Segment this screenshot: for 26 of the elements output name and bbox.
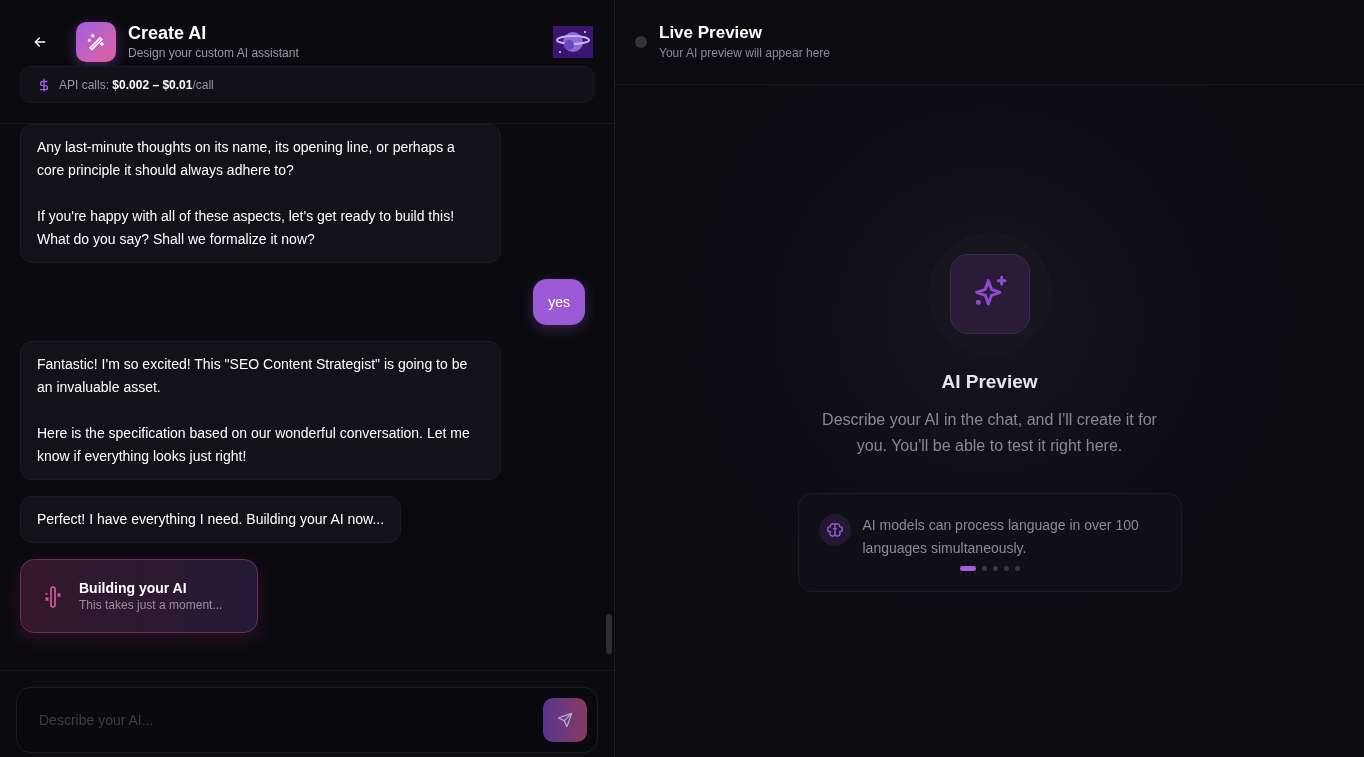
message-text: Perfect! I have everything I need. Building your AI now...: [37, 510, 385, 529]
preview-subtitle: Your AI preview will appear here: [659, 45, 830, 62]
message-text: If you're happy with all of these aspects, let's get ready to build this! What do you say? Shall we formalize it now?: [37, 207, 456, 249]
dollar-icon: [37, 77, 51, 92]
scrollbar-thumb: [606, 614, 612, 654]
magic-wand-icon: [86, 32, 106, 52]
page-title: Create AI: [128, 22, 208, 44]
message-text: Here is the specification based on our wonderful conversation. Let me know if everything looks just right!: [37, 424, 471, 466]
message-text: Any last-minute thoughts on its name, its opening line, or perhaps a core principle it should always adhere to?: [37, 138, 456, 180]
page-subtitle: Design your custom AI assistant: [128, 45, 299, 62]
message-composer[interactable]: Describe your AI...: [16, 687, 598, 753]
building-subtitle: This takes just a moment...: [79, 597, 223, 613]
wand-icon: [43, 584, 63, 608]
message-text: yes: [548, 293, 570, 312]
back-arrow-icon: [32, 34, 48, 50]
cost-text: API calls: $0.002 – $0.01/call: [59, 76, 214, 94]
preview-description: Describe your AI in the chat, and I'll create it for you. You'll be able to test it right here.: [821, 409, 1158, 456]
preview-title: Live Preview: [659, 22, 763, 44]
message-text: Fantastic! I'm so excited! This "SEO Content Strategist" is going to be an invaluable asset.: [37, 355, 469, 397]
brain-icon: [826, 521, 843, 538]
preview-heading: AI Preview: [941, 370, 1038, 394]
building-title: Building your AI: [79, 579, 188, 597]
send-icon: [557, 712, 573, 728]
message-input[interactable]: Describe your AI...: [39, 709, 543, 731]
send-button[interactable]: [543, 698, 587, 742]
tip-text: AI models can process language in over 100 languages simultaneously.: [862, 515, 1140, 558]
